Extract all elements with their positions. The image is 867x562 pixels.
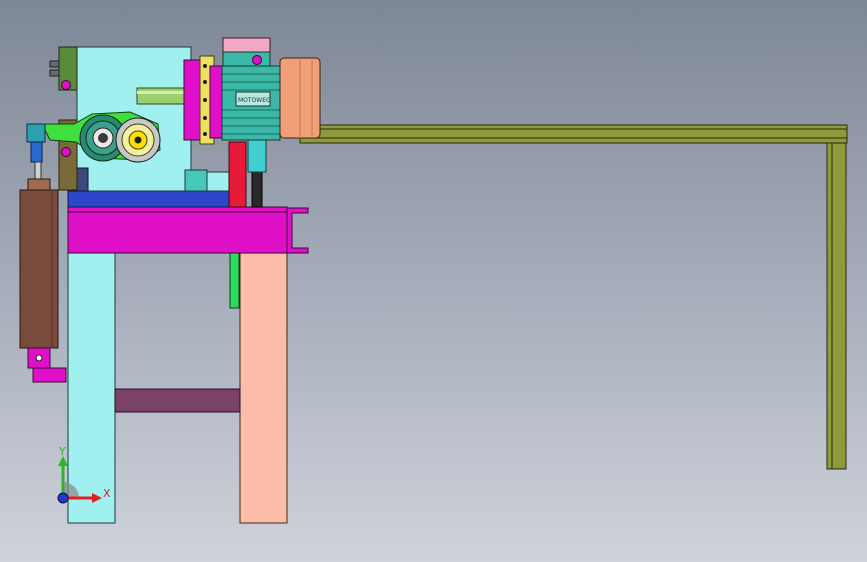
motor-support: [228, 139, 267, 208]
right-gear-bore: [134, 136, 142, 144]
green-strip: [229, 252, 240, 309]
table-top: [67, 206, 309, 254]
clevis-pin: [35, 354, 43, 362]
support-rail: [299, 124, 848, 470]
dark-post: [251, 169, 263, 208]
leg-left-cyan: [67, 252, 116, 524]
arm-clamp-lower: [30, 141, 43, 163]
cad-viewport[interactable]: MOTOWEG X Y: [0, 0, 867, 562]
shaft: [136, 87, 188, 105]
plate-bolt-b: [49, 69, 60, 77]
shaft-highlight: [137, 91, 187, 94]
teal-sensor: [247, 139, 267, 173]
cylinder-rod: [34, 161, 42, 181]
cylinder-cap: [27, 178, 51, 192]
plate-marker: [61, 80, 71, 90]
motor-nameplate-text: MOTOWEG: [238, 97, 271, 104]
terminal-marker: [252, 55, 262, 65]
drive-shaft: [136, 87, 188, 105]
cylinder-bottom-mount: [32, 367, 67, 383]
rail-leg: [826, 142, 847, 470]
housing-foot: [206, 171, 230, 192]
blue-base-plate: [67, 190, 231, 208]
table-legs: [67, 252, 288, 524]
y-axis-label: Y: [58, 445, 66, 458]
plate-bolt-a: [49, 60, 60, 68]
rail-top-beam: [299, 124, 848, 144]
terminal-box-base: [222, 51, 271, 67]
magenta-table-plate: [67, 206, 288, 254]
cross-bar: [114, 388, 241, 413]
mounting-plate: [49, 46, 78, 191]
housing-lower-block: [184, 169, 208, 192]
red-post: [228, 141, 247, 208]
left-gear-bore: [98, 133, 108, 143]
x-axis-label: X: [103, 487, 111, 500]
cad-drawing: MOTOWEG X Y: [19, 37, 848, 524]
electric-motor: MOTOWEG: [183, 37, 321, 145]
c-channel-bracket: [286, 207, 309, 254]
leg-right-salmon: [239, 252, 288, 524]
pneumatic-cylinder: [19, 161, 67, 383]
z-axis-dot: [57, 492, 69, 504]
arm-clamp: [26, 123, 46, 143]
crank-assembly: [26, 111, 161, 163]
lower-plate-marker: [61, 147, 71, 157]
